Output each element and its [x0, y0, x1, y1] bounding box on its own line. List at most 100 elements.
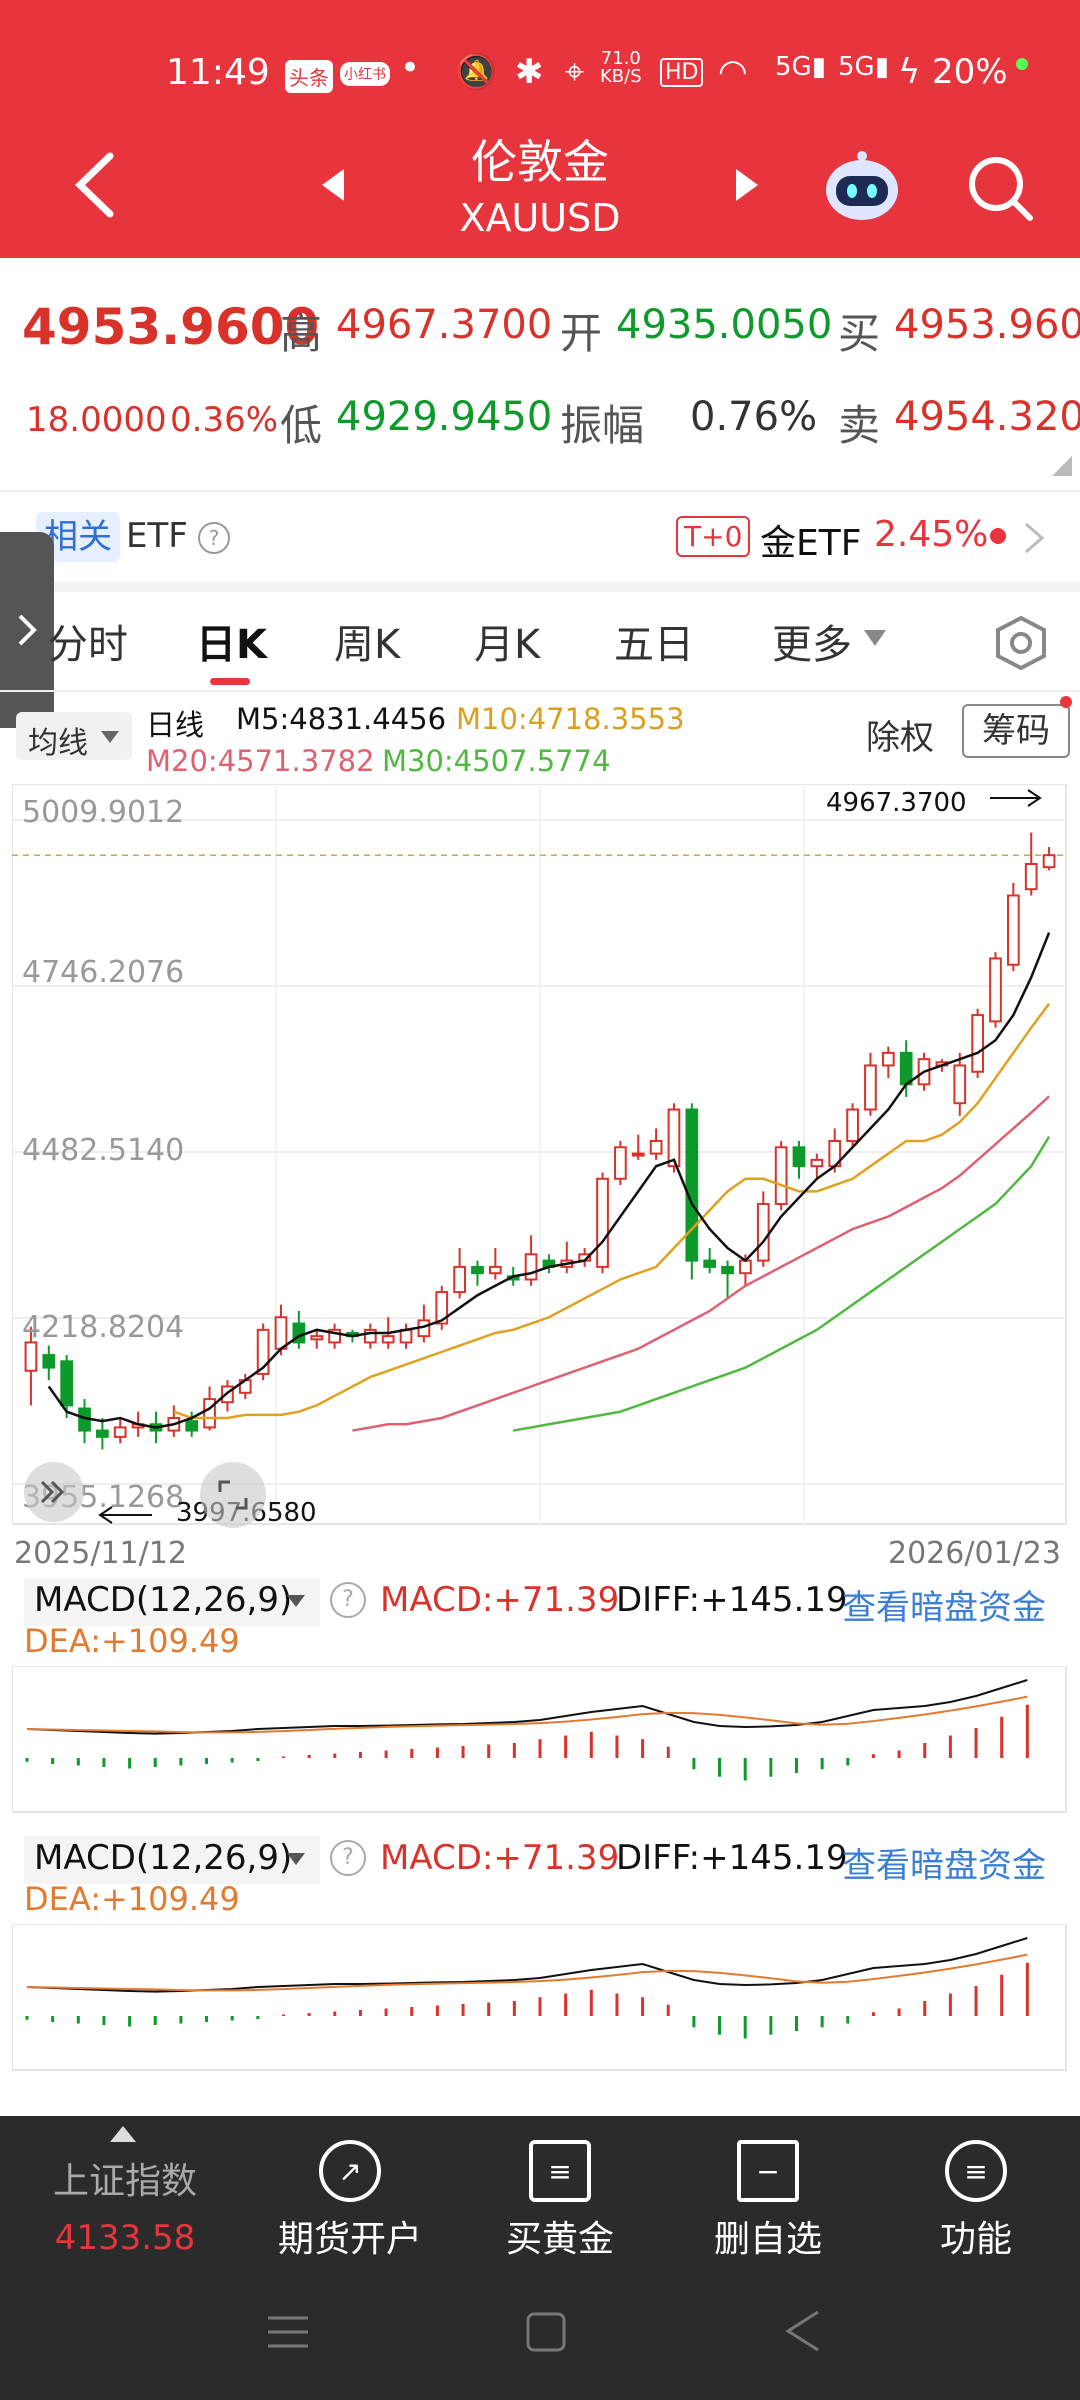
candle-body — [24, 1341, 38, 1372]
double-chevron-icon — [40, 1480, 65, 1504]
fullscreen-button[interactable] — [200, 1462, 266, 1528]
chevron-right-icon[interactable] — [1022, 520, 1046, 556]
macd-value: MACD:+71.39 — [380, 1580, 620, 1620]
candle-body — [1006, 894, 1020, 966]
macd-help-icon-2[interactable]: ? — [330, 1840, 366, 1876]
candle-body — [203, 1398, 216, 1429]
remove-watchlist-label: 删自选 — [713, 2219, 822, 2260]
dea-line — [26, 1953, 1028, 1992]
tab-monthly-k[interactable]: 月K — [474, 612, 540, 670]
macd-caret-icon-2 — [287, 1853, 305, 1865]
bluetooth-icon: ✱ — [515, 52, 544, 92]
candle-body — [363, 1328, 377, 1344]
candle-body — [899, 1051, 913, 1086]
collapse-button[interactable] — [24, 1462, 84, 1522]
macd-frame — [12, 1666, 1067, 1813]
home-icon[interactable] — [524, 2310, 568, 2354]
candle-body — [60, 1360, 74, 1407]
net-speed: 71.0 KB/S — [600, 48, 642, 87]
y-tick-label: 4746.2076 — [22, 955, 185, 990]
signal-icon-2: 5G▮ — [838, 52, 889, 82]
up-caret-icon — [110, 2126, 136, 2142]
expand-corner-icon[interactable] — [1052, 456, 1072, 476]
change-value: 18.0000 — [26, 400, 167, 440]
candle-body — [185, 1420, 199, 1432]
candle-body — [989, 957, 1002, 1023]
dea-value: DEA:+109.49 — [24, 1622, 240, 1660]
high-label: 高 — [280, 309, 323, 358]
sell-label: 卖 — [838, 401, 881, 450]
search-icon[interactable] — [964, 152, 1036, 224]
battery-level: 20% — [932, 52, 1008, 92]
ma-m20: M20:4571.3782 — [146, 744, 375, 778]
buy-gold-label: 买黄金 — [505, 2219, 614, 2260]
candle-body — [792, 1146, 806, 1168]
sell-value: 4954.3200 — [894, 394, 1080, 440]
next-arrow-icon[interactable] — [732, 165, 762, 205]
toutiao-badge: 头条 — [285, 60, 333, 93]
y-tick-label: 5009.9012 — [22, 795, 185, 830]
charging-icon: ϟ — [898, 52, 921, 92]
settings-hexagon-icon[interactable] — [992, 614, 1050, 672]
candle-body — [685, 1108, 699, 1262]
document-icon: ≡ — [529, 2140, 591, 2202]
side-drawer-tab[interactable] — [0, 532, 54, 728]
macd-value-2: MACD:+71.39 — [380, 1838, 620, 1878]
candle-body — [274, 1316, 288, 1350]
ma5-line — [47, 932, 1051, 1429]
candle-body — [739, 1259, 752, 1275]
chouma-button[interactable]: 筹码 — [962, 704, 1070, 758]
candle-body — [453, 1265, 466, 1294]
functions-button[interactable]: ≡ 功能 — [876, 2140, 1076, 2262]
signal-icon: 5G▮ — [775, 52, 826, 82]
candle-body — [488, 1265, 502, 1275]
diff-value-2: DIFF:+145.19 — [616, 1838, 848, 1878]
macd-chart — [12, 1666, 1067, 1813]
etf-name[interactable]: 金ETF — [760, 514, 861, 566]
candle-body — [971, 1014, 984, 1073]
macd-help-icon[interactable]: ? — [330, 1582, 366, 1618]
dark-pool-link-2[interactable]: 查看暗盘资金 — [842, 1838, 1046, 1887]
tab-more[interactable]: 更多 — [772, 612, 852, 670]
dark-pool-link[interactable]: 查看暗盘资金 — [842, 1580, 1046, 1629]
candle-body — [381, 1335, 395, 1344]
battery-dot-icon — [1016, 58, 1028, 70]
futures-account-label: 期货开户 — [277, 2219, 422, 2260]
index-name[interactable]: 上证指数 — [30, 2152, 220, 2204]
date-start: 2025/11/12 — [14, 1536, 187, 1571]
candle-body — [631, 1152, 645, 1157]
tab-fenshi[interactable]: 分时 — [48, 612, 128, 670]
index-value: 4133.58 — [54, 2218, 196, 2258]
high-value: 4967.3700 — [336, 302, 553, 348]
back-nav-icon[interactable] — [780, 2306, 824, 2356]
ma-selector[interactable]: 均线 — [16, 712, 132, 761]
change-percent: 0.36% — [170, 400, 279, 440]
candle-body — [774, 1146, 788, 1205]
recent-apps-icon[interactable] — [264, 2310, 312, 2354]
buy-gold-button[interactable]: ≡ 买黄金 — [460, 2140, 660, 2262]
ma-caret-icon — [101, 731, 119, 743]
tab-weekly-k[interactable]: 周K — [334, 612, 400, 670]
tab-five-day[interactable]: 五日 — [614, 612, 694, 670]
t0-badge: T+0 — [676, 516, 751, 557]
remove-watchlist-button[interactable]: − 删自选 — [668, 2140, 868, 2262]
functions-label: 功能 — [939, 2219, 1012, 2260]
high-arrow-icon — [990, 789, 1042, 807]
robot-assistant-icon[interactable] — [822, 148, 902, 224]
page-subtitle: XAUUSD — [459, 196, 621, 240]
etf-percent: 2.45% — [874, 514, 989, 555]
candle-body — [756, 1202, 770, 1262]
buy-label: 买 — [838, 309, 881, 358]
ma-m30: M30:4507.5774 — [382, 744, 611, 778]
macd-frame — [12, 1924, 1067, 2071]
candle-body — [524, 1253, 538, 1281]
minus-box-icon: − — [737, 2140, 799, 2202]
ma-m5: M5:4831.4456 — [236, 702, 447, 736]
tab-daily-k[interactable]: 日K — [196, 612, 267, 670]
help-icon[interactable]: ? — [198, 522, 230, 554]
compass-icon: ↗ — [319, 2140, 381, 2202]
candle-body — [471, 1265, 484, 1275]
fuquan-button[interactable]: 除权 — [866, 710, 934, 759]
candle-body — [810, 1158, 824, 1168]
futures-account-button[interactable]: ↗ 期货开户 — [250, 2140, 450, 2262]
